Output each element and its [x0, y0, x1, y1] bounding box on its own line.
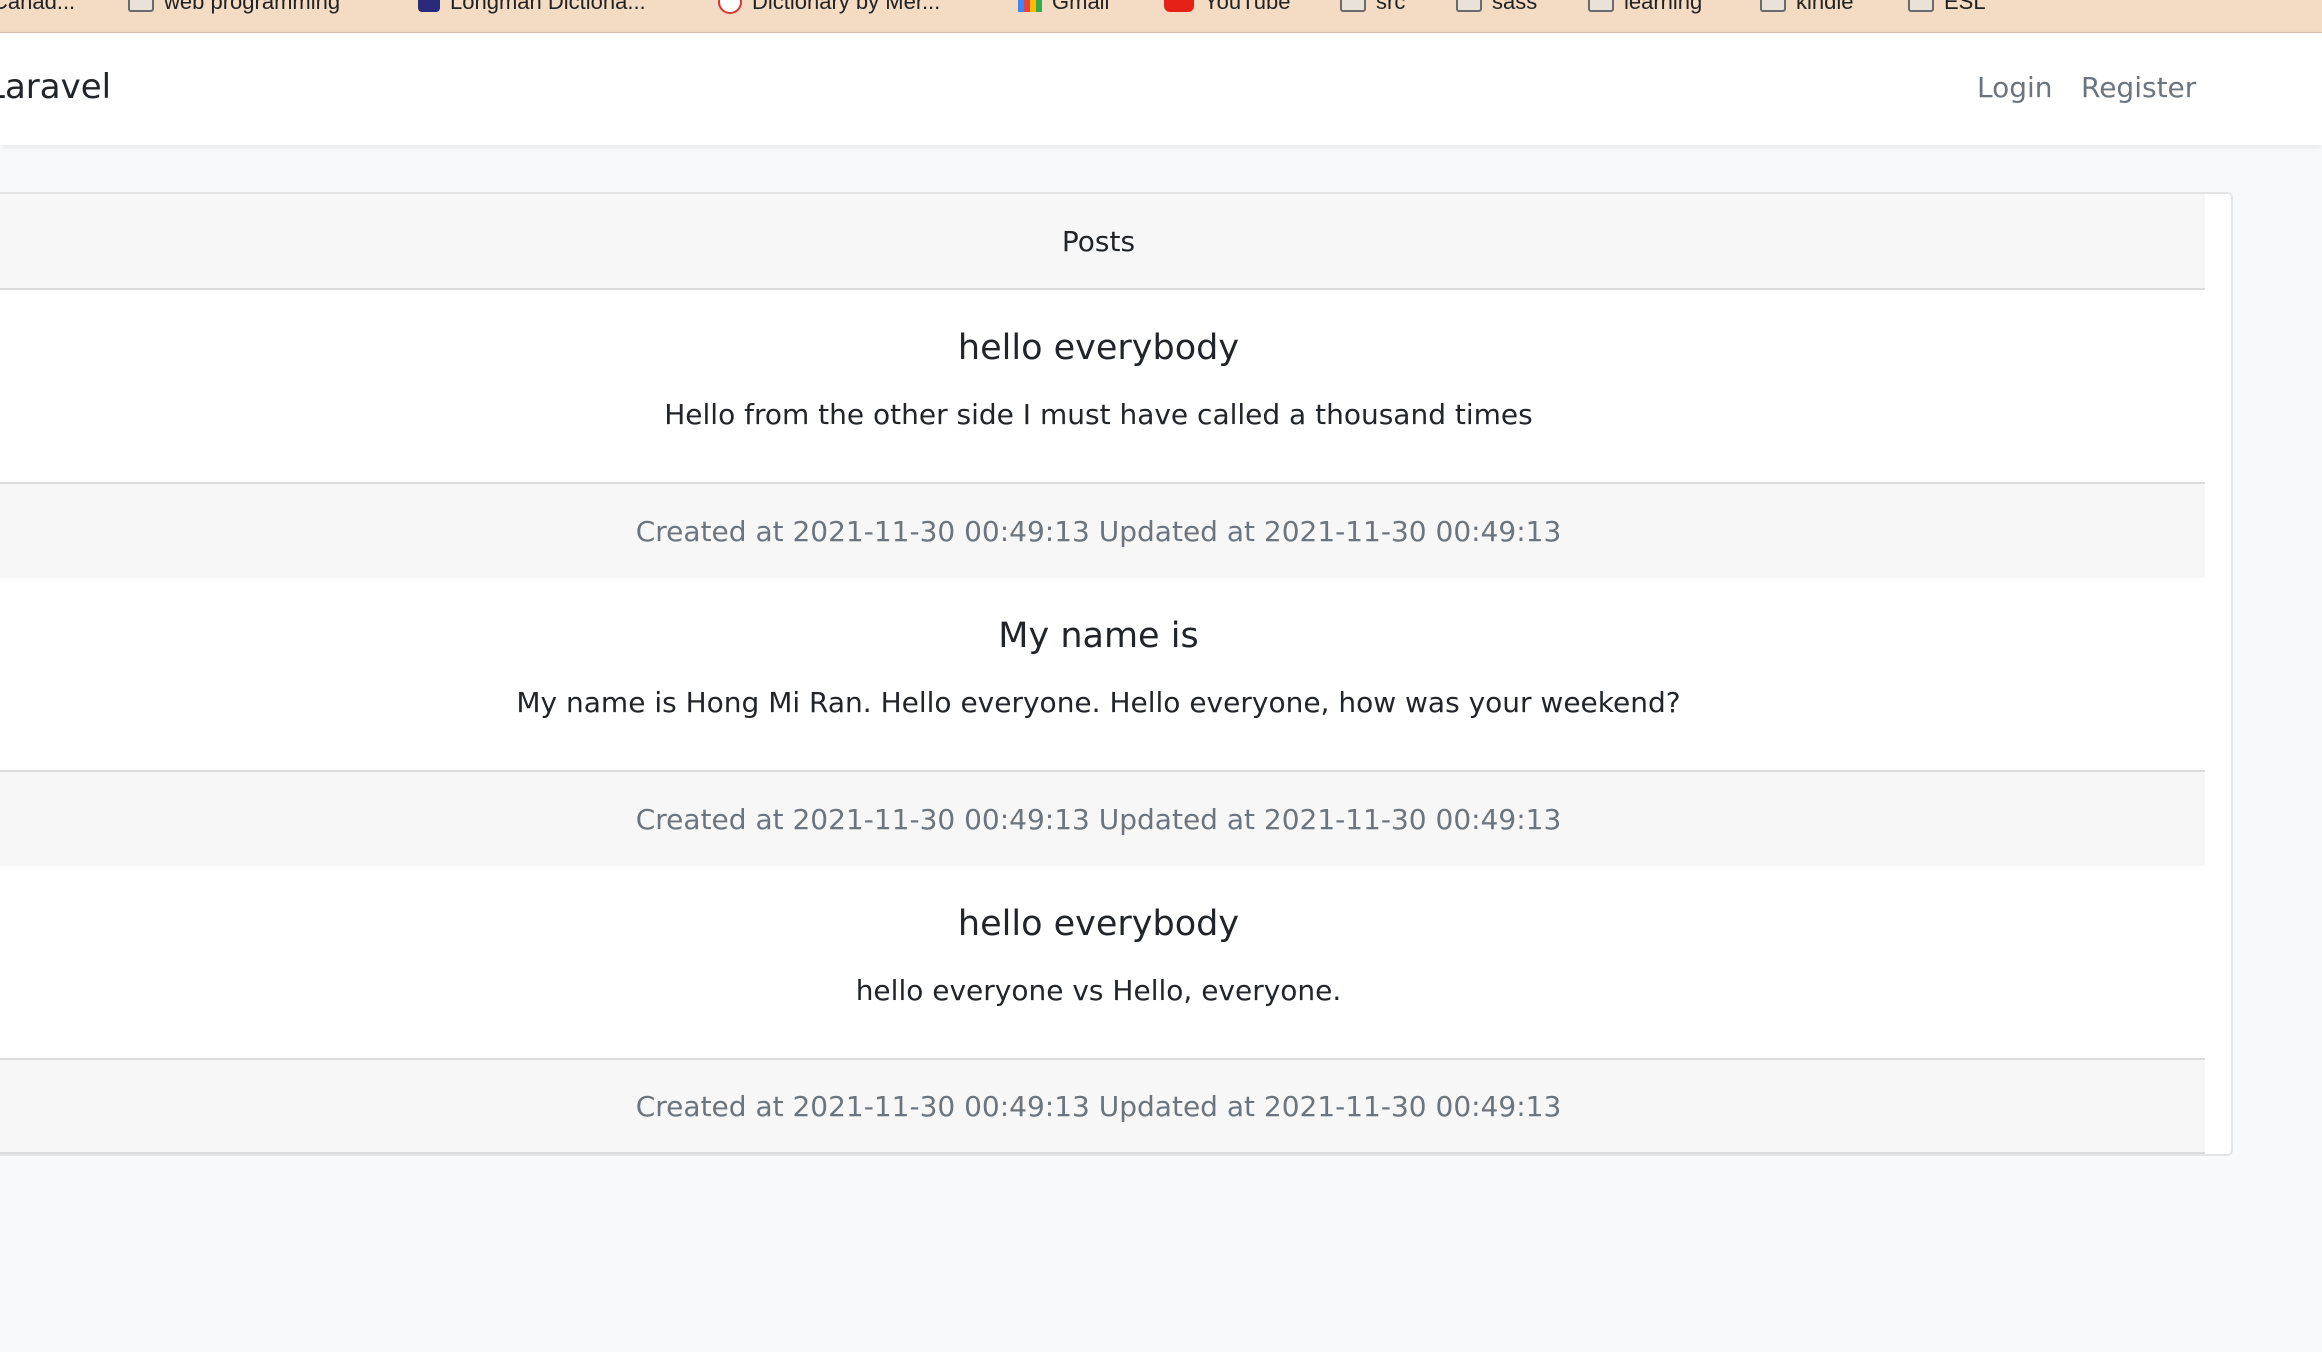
bookmark-item[interactable]: Longman Dictiona...	[418, 0, 646, 14]
bookmark-item[interactable]: kindle	[1760, 0, 1853, 14]
folder-icon	[1588, 0, 1614, 12]
post-body: My name is My name is Hong Mi Ran. Hello…	[0, 578, 2205, 770]
navbar: Laravel Login Register	[0, 33, 2322, 145]
post-text: Hello from the other side I must have ca…	[664, 398, 1533, 431]
post-timestamps: Created at 2021-11-30 00:49:13 Updated a…	[635, 802, 1562, 836]
post-body: hello everybody hello everyone vs Hello,…	[0, 866, 2205, 1058]
login-link[interactable]: Login	[1977, 71, 2053, 104]
bookmark-item[interactable]: Dictionary by Mer...	[718, 0, 940, 14]
youtube-icon	[1164, 0, 1194, 12]
bookmark-item[interactable]: Gmail	[1018, 0, 1109, 14]
bookmark-item[interactable]: learning	[1588, 0, 1702, 14]
folder-icon	[1340, 0, 1366, 12]
post-title: hello everybody	[957, 328, 1240, 368]
bookmark-label: sass	[1492, 0, 1538, 14]
bookmark-item[interactable]: Canad...	[0, 0, 75, 14]
post-timestamps: Created at 2021-11-30 00:49:13 Updated a…	[635, 1089, 1562, 1123]
bookmark-label: Dictionary by Mer...	[752, 0, 941, 14]
bookmark-item[interactable]: src	[1340, 0, 1405, 14]
post-footer: Created at 2021-11-30 00:49:13 Updated a…	[0, 770, 2205, 866]
bookmark-label: Canad...	[0, 0, 76, 14]
brand-link[interactable]: Laravel	[0, 67, 111, 107]
post-text: hello everyone vs Hello, everyone.	[855, 974, 1342, 1007]
bookmark-item[interactable]: ESL	[1908, 0, 1986, 14]
post-title: hello everybody	[957, 904, 1240, 944]
post-title: My name is	[998, 616, 1199, 656]
post-footer: Created at 2021-11-30 00:49:13 Updated a…	[0, 482, 2205, 578]
bookmarks-bar: Canad... web programming Longman Diction…	[0, 0, 2322, 33]
card-header: Posts	[0, 194, 2205, 290]
bookmark-label: learning	[1624, 0, 1703, 14]
register-link[interactable]: Register	[2081, 71, 2196, 104]
folder-icon	[1456, 0, 1482, 12]
bookmark-item[interactable]: YouTube	[1164, 0, 1290, 14]
bookmark-item[interactable]: web programming	[128, 0, 340, 14]
folder-icon	[1760, 0, 1786, 12]
card-title: Posts	[1061, 224, 1136, 258]
posts-card: Posts hello everybody Hello from the oth…	[0, 192, 2233, 1156]
post-timestamps: Created at 2021-11-30 00:49:13 Updated a…	[635, 514, 1562, 548]
bookmark-item[interactable]: sass	[1456, 0, 1537, 14]
bookmark-label: web programming	[164, 0, 341, 14]
bookmark-label: Longman Dictiona...	[450, 0, 646, 14]
folder-icon	[128, 0, 154, 12]
longman-icon	[418, 0, 440, 12]
gmail-icon	[1018, 0, 1042, 12]
bookmark-label: Gmail	[1052, 0, 1110, 14]
dictionary-icon	[718, 0, 742, 14]
bookmark-label: YouTube	[1204, 0, 1291, 14]
post-footer: Created at 2021-11-30 00:49:13 Updated a…	[0, 1058, 2205, 1154]
folder-icon	[1908, 0, 1934, 12]
post-body: hello everybody Hello from the other sid…	[0, 290, 2205, 482]
post-text: My name is Hong Mi Ran. Hello everyone. …	[516, 686, 1681, 719]
bookmark-label: src	[1376, 0, 1406, 14]
bookmark-label: kindle	[1796, 0, 1854, 14]
bookmark-label: ESL	[1944, 0, 1986, 14]
